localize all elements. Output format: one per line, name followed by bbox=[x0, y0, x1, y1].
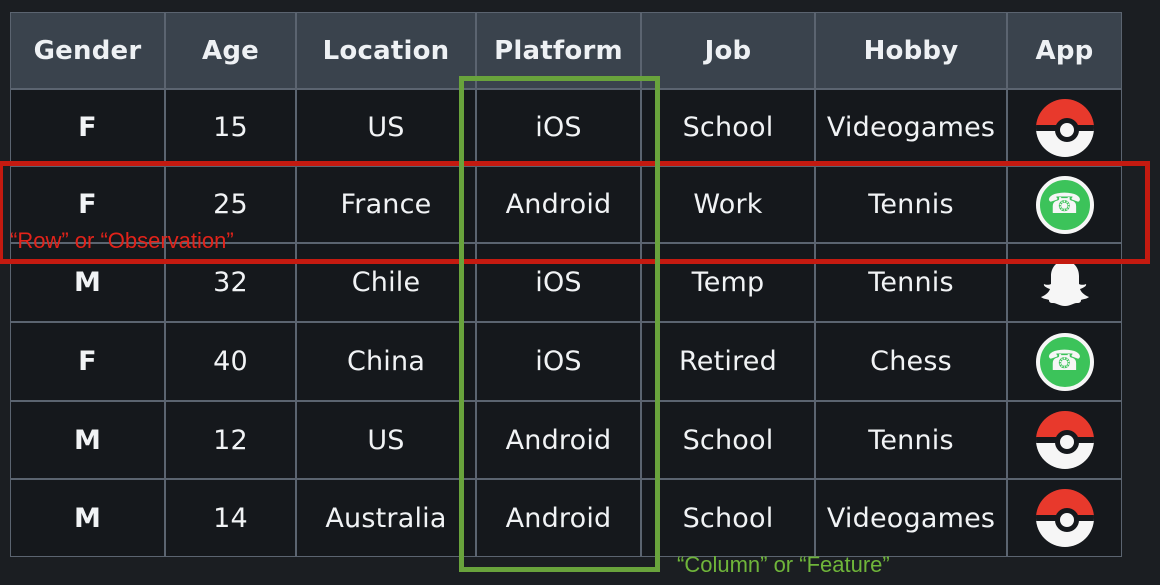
whatsapp-icon bbox=[1035, 332, 1094, 391]
header-gender: Gender bbox=[10, 12, 165, 89]
cell-gender: F bbox=[10, 322, 165, 401]
cell-app bbox=[1007, 479, 1122, 557]
cell-location: China bbox=[296, 322, 476, 401]
cell-job: School bbox=[641, 479, 815, 557]
header-hobby: Hobby bbox=[815, 12, 1007, 89]
cell-hobby: Chess bbox=[815, 322, 1007, 401]
cell-location: Australia bbox=[296, 479, 476, 557]
cell-gender: F bbox=[10, 89, 165, 166]
row-annotation-label: “Row” or “Observation” bbox=[10, 228, 234, 253]
cell-gender: M bbox=[10, 401, 165, 479]
cell-age: 14 bbox=[165, 479, 296, 557]
header-job: Job bbox=[641, 12, 815, 89]
column-highlight-box bbox=[459, 76, 660, 572]
cell-age: 40 bbox=[165, 322, 296, 401]
pokeball-icon bbox=[1035, 98, 1094, 157]
cell-hobby: Videogames bbox=[815, 479, 1007, 557]
snapchat-icon bbox=[1037, 257, 1093, 309]
cell-app bbox=[1007, 89, 1122, 166]
cell-gender: M bbox=[10, 479, 165, 557]
cell-age: 15 bbox=[165, 89, 296, 166]
pokeball-icon bbox=[1035, 411, 1094, 469]
header-location: Location bbox=[296, 12, 476, 89]
pokeball-icon bbox=[1035, 489, 1094, 547]
header-age: Age bbox=[165, 12, 296, 89]
cell-job: School bbox=[641, 401, 815, 479]
cell-job: Retired bbox=[641, 322, 815, 401]
column-annotation-label: “Column” or “Feature” bbox=[677, 552, 890, 577]
cell-job: School bbox=[641, 89, 815, 166]
cell-hobby: Videogames bbox=[815, 89, 1007, 166]
cell-app bbox=[1007, 401, 1122, 479]
cell-location: US bbox=[296, 89, 476, 166]
cell-age: 12 bbox=[165, 401, 296, 479]
header-app: App bbox=[1007, 12, 1122, 89]
cell-hobby: Tennis bbox=[815, 401, 1007, 479]
cell-location: US bbox=[296, 401, 476, 479]
dataset-diagram: Gender Age Location Platform Job Hobby App F 15 U… bbox=[0, 0, 1160, 585]
cell-app bbox=[1007, 322, 1122, 401]
